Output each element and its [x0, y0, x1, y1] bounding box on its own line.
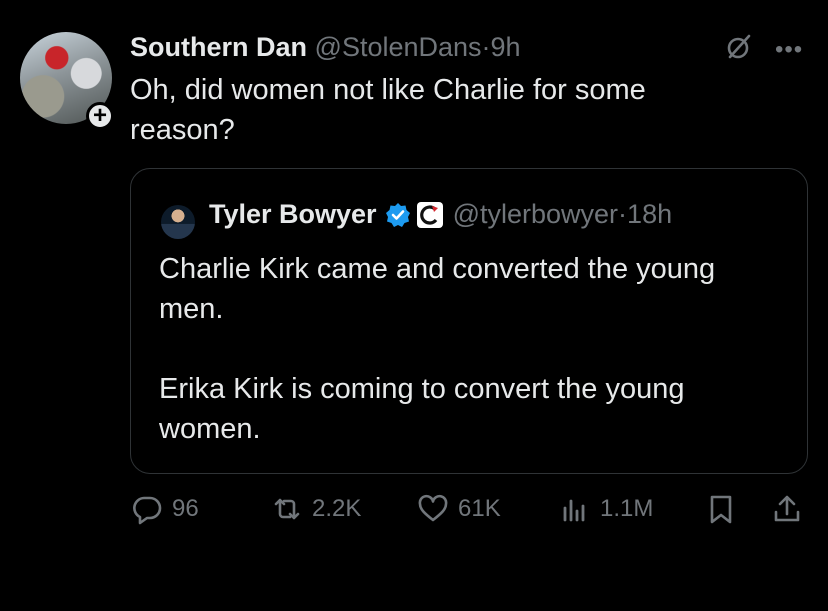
bookmark-icon — [710, 495, 732, 524]
quoted-post-time[interactable]: 18h — [627, 199, 672, 230]
author-handle[interactable]: @StolenDans — [315, 32, 482, 62]
quoted-post-card[interactable]: Tyler Bowyer @tylerbowyer · 18h Charlie Ki… — [130, 168, 808, 474]
quoted-paragraph: Erika Kirk is coming to convert the youn… — [159, 373, 685, 445]
reply-count: 96 — [172, 495, 199, 522]
like-button[interactable]: 61K — [416, 492, 501, 526]
author-display-name[interactable]: Southern Dan — [130, 32, 307, 62]
action-bar: 96 2.2K 61K 1.1M — [130, 492, 810, 532]
views-icon — [563, 499, 585, 522]
heart-icon — [418, 494, 448, 522]
quoted-post-header: Tyler Bowyer @tylerbowyer · 18h — [209, 199, 672, 230]
reply-button[interactable]: 96 — [130, 492, 199, 526]
post-text: Oh, did women not like Charlie for some … — [130, 74, 646, 146]
grok-icon[interactable] — [724, 32, 754, 62]
like-count: 61K — [458, 495, 501, 522]
view-count: 1.1M — [600, 495, 654, 522]
share-button[interactable] — [770, 492, 804, 526]
quoted-author-display-name[interactable]: Tyler Bowyer — [209, 199, 377, 230]
post-time[interactable]: 9h — [491, 32, 521, 62]
views-button[interactable]: 1.1M — [558, 492, 653, 526]
affiliate-badge-icon[interactable] — [416, 201, 443, 228]
follow-plus-icon[interactable]: + — [86, 102, 114, 130]
separator-dot: · — [618, 199, 628, 229]
quoted-author-avatar[interactable] — [161, 205, 195, 239]
separator-dot: · — [481, 32, 491, 62]
more-horizontal-icon[interactable]: ••• — [775, 36, 803, 64]
quoted-paragraph: Charlie Kirk came and converted the youn… — [159, 253, 716, 325]
post-header: Southern Dan @StolenDans·9h — [130, 32, 521, 63]
repost-icon — [274, 498, 300, 520]
bookmark-button[interactable] — [704, 492, 738, 526]
repost-button[interactable]: 2.2K — [270, 492, 361, 526]
share-icon — [774, 495, 800, 522]
quoted-author-handle[interactable]: @tylerbowyer — [453, 199, 618, 230]
verified-badge-icon[interactable] — [385, 202, 411, 228]
reply-icon — [133, 496, 162, 525]
repost-count: 2.2K — [312, 495, 362, 522]
quoted-post-text: Charlie Kirk came and converted the youn… — [159, 249, 779, 489]
